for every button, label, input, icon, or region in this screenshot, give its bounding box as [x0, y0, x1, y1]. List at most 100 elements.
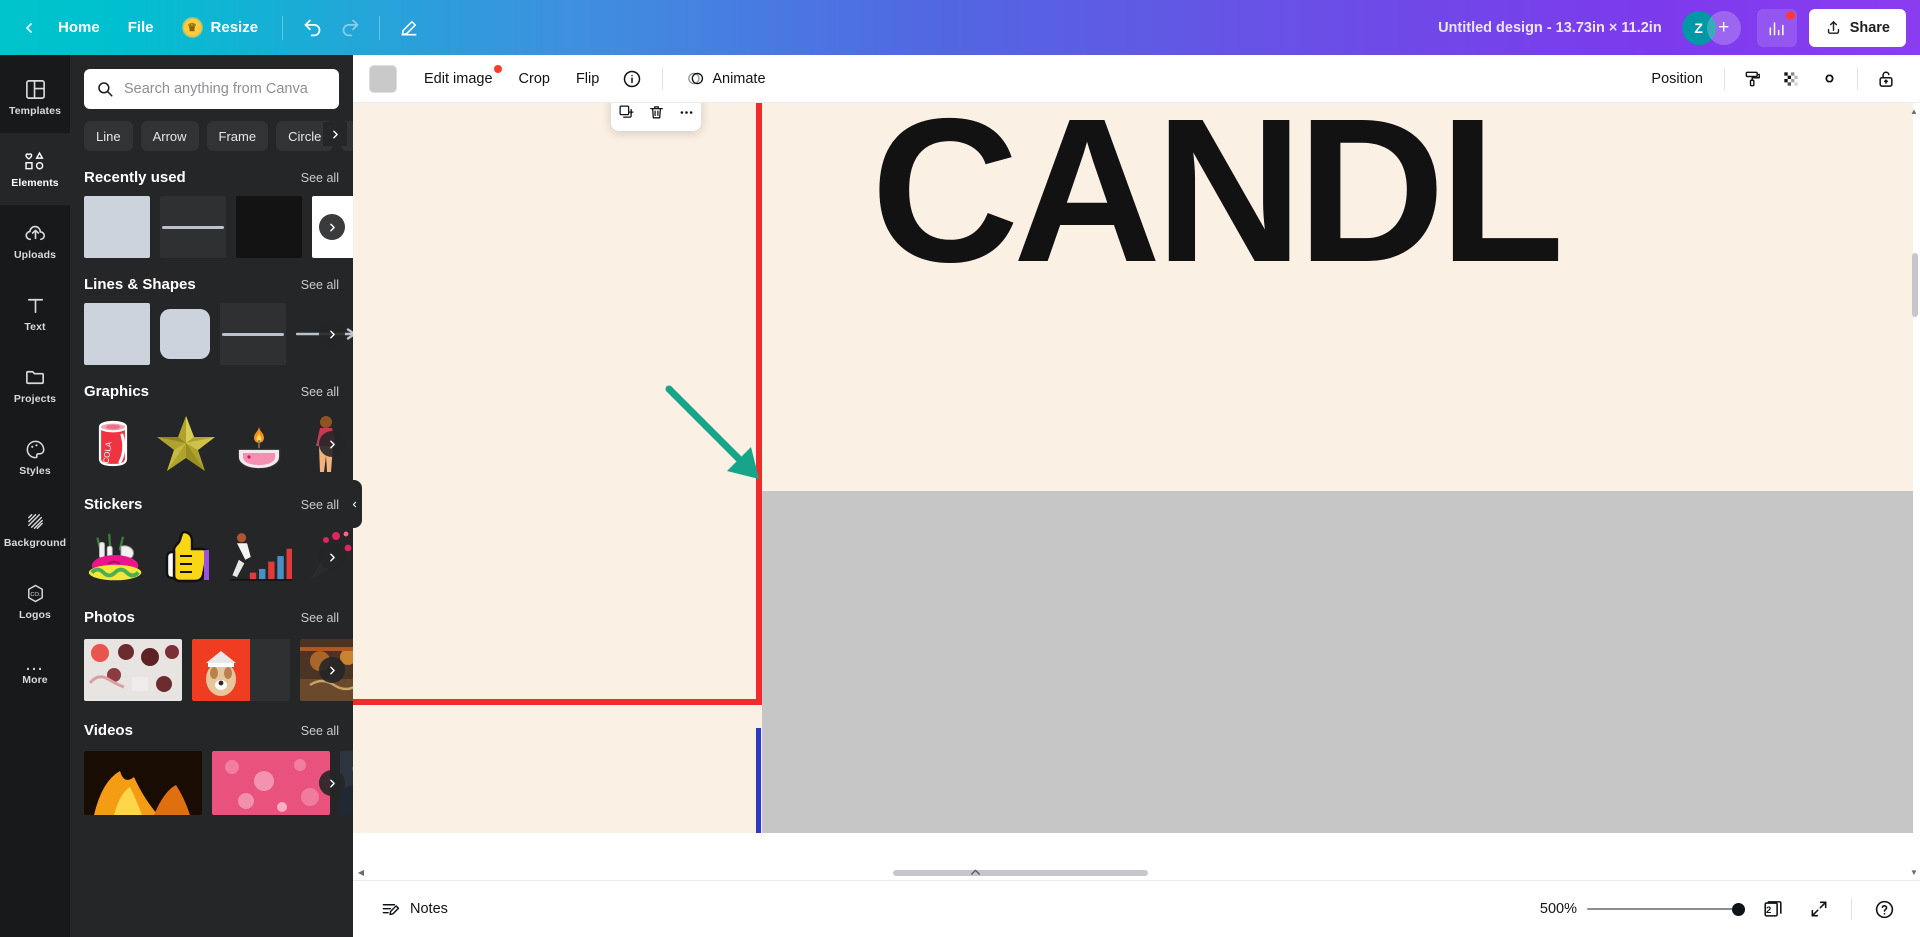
sidebar-item-logos[interactable]: CO. Logos — [0, 565, 70, 637]
scroll-up-arrow-icon[interactable]: ▲ — [1908, 105, 1920, 117]
sidebar-item-projects[interactable]: Projects — [0, 349, 70, 421]
section-title: Stickers — [84, 496, 142, 513]
graphic-pink-candle[interactable] — [228, 413, 290, 475]
notes-button[interactable]: Notes — [371, 891, 458, 927]
crop-button[interactable]: Crop — [508, 62, 561, 96]
scroll-down-arrow-icon[interactable]: ▼ — [1908, 866, 1920, 878]
see-all-stickers[interactable]: See all — [301, 498, 339, 512]
share-button[interactable]: Share — [1809, 9, 1906, 47]
sidebar-item-text[interactable]: Text — [0, 277, 70, 349]
pen-edit-icon[interactable] — [390, 9, 428, 47]
element-thumb-black-square[interactable] — [236, 196, 302, 258]
sidebar-item-elements[interactable]: Elements — [0, 133, 70, 205]
row-next-arrow-lines-and-shapes[interactable] — [319, 321, 345, 347]
sticker-person-chart[interactable] — [226, 526, 292, 588]
see-all-videos[interactable]: See all — [301, 724, 339, 738]
chip-frame[interactable]: Frame — [207, 121, 269, 151]
headline-text-element[interactable]: CANDL — [871, 103, 1558, 293]
element-thumb-line[interactable] — [160, 196, 226, 258]
resize-button[interactable]: ♛ Resize — [168, 10, 273, 46]
section-header-stickers: Stickers See all — [70, 496, 353, 521]
info-circle-icon[interactable] — [614, 62, 650, 96]
graphic-gold-star[interactable] — [154, 413, 218, 475]
position-button[interactable]: Position — [1640, 62, 1714, 96]
element-thumb-square[interactable] — [84, 303, 150, 365]
see-all-recently-used[interactable]: See all — [301, 171, 339, 185]
selected-image-element[interactable] — [762, 491, 1913, 833]
sidebar-item-background[interactable]: Background — [0, 493, 70, 565]
row-next-arrow-stickers[interactable] — [319, 544, 345, 570]
insights-button[interactable] — [1757, 9, 1797, 47]
sticker-thumbs-up[interactable] — [160, 526, 216, 588]
canvas-page-left-region[interactable] — [353, 103, 758, 833]
home-button[interactable]: Home — [44, 10, 114, 46]
undo-icon[interactable] — [293, 9, 331, 47]
sticker-roast-turkey[interactable] — [84, 526, 150, 588]
section-header-lines-and-shapes: Lines & Shapes See all — [70, 276, 353, 301]
color-swatch-button[interactable] — [369, 65, 397, 93]
top-bar-right-group: Untitled design - 13.73in × 11.2in Z + S… — [1438, 0, 1920, 55]
search-box[interactable] — [84, 69, 339, 109]
section-title: Photos — [84, 609, 135, 626]
animate-button[interactable]: Animate — [675, 62, 776, 96]
see-all-lines-and-shapes[interactable]: See all — [301, 278, 339, 292]
page-collapse-chevron-icon[interactable] — [957, 868, 993, 880]
zoom-slider-knob[interactable] — [1732, 903, 1745, 916]
edit-image-notification-dot — [494, 65, 502, 73]
fullscreen-button[interactable] — [1801, 892, 1837, 926]
animate-label: Animate — [712, 71, 765, 87]
image-editing-toolbar: Edit image Crop Flip Animate Position — [353, 55, 1920, 103]
scroll-left-arrow-icon[interactable]: ◀ — [355, 866, 367, 878]
add-collaborator-button[interactable]: + — [1707, 11, 1741, 45]
photo-dog-santa[interactable] — [192, 639, 290, 701]
chip-arrow[interactable]: Arrow — [141, 121, 199, 151]
panel-collapse-handle[interactable] — [346, 480, 362, 528]
see-all-photos[interactable]: See all — [301, 611, 339, 625]
photo-christmas-baubles[interactable] — [84, 639, 182, 701]
video-fire-flames[interactable] — [84, 751, 202, 815]
element-thumb-plain-line[interactable] — [220, 303, 286, 365]
flip-button[interactable]: Flip — [565, 62, 610, 96]
element-thumb-grey-square[interactable] — [84, 196, 150, 258]
back-chevron-icon[interactable] — [14, 13, 44, 43]
chip-line[interactable]: Line — [84, 121, 133, 151]
edit-image-button[interactable]: Edit image — [413, 62, 504, 96]
thumbnail-row-graphics: COLA — [70, 408, 353, 480]
flip-label: Flip — [576, 71, 599, 87]
row-next-arrow-photos[interactable] — [319, 657, 345, 683]
folder-icon — [24, 366, 47, 389]
chips-next-arrow-icon[interactable] — [323, 122, 347, 146]
delete-trash-icon[interactable] — [643, 103, 669, 125]
zoom-slider[interactable] — [1587, 901, 1745, 917]
row-next-arrow-recently-used[interactable] — [319, 214, 345, 240]
document-title[interactable]: Untitled design - 13.73in × 11.2in — [1438, 20, 1662, 36]
see-all-graphics[interactable]: See all — [301, 385, 339, 399]
sidebar-item-styles[interactable]: Styles — [0, 421, 70, 493]
section-title: Recently used — [84, 169, 186, 186]
transparency-roller-icon[interactable] — [1735, 62, 1771, 96]
pages-button[interactable]: 2 — [1755, 892, 1791, 926]
link-icon[interactable] — [1811, 62, 1847, 96]
file-menu-button[interactable]: File — [114, 10, 168, 46]
sidebar-item-templates[interactable]: Templates — [0, 61, 70, 133]
lock-icon[interactable] — [1868, 62, 1904, 96]
element-thumb-rounded-square[interactable] — [160, 303, 210, 365]
redo-icon[interactable] — [331, 9, 369, 47]
sidebar-item-more[interactable]: … More — [0, 637, 70, 709]
more-options-icon[interactable] — [673, 103, 699, 125]
toolbar-divider — [282, 16, 283, 40]
home-label: Home — [58, 19, 100, 36]
graphic-cola-can[interactable]: COLA — [84, 413, 144, 475]
video-pink-water-drops[interactable] — [212, 751, 330, 815]
search-input[interactable] — [124, 81, 327, 97]
panel-sections-scroll[interactable]: Recently used See all Lines & Shapes — [70, 153, 353, 937]
row-next-arrow-graphics[interactable] — [319, 431, 345, 457]
duplicate-icon[interactable] — [613, 103, 639, 125]
row-next-arrow-videos[interactable] — [319, 770, 345, 796]
design-canvas-area[interactable]: CANDL ▲ ▼ ◀ — [353, 103, 1920, 880]
checkerboard-transparency-icon[interactable] — [1773, 62, 1809, 96]
horizontal-scrollbar-thumb[interactable] — [893, 870, 1148, 876]
vertical-scrollbar-thumb[interactable] — [1912, 253, 1918, 317]
help-button[interactable] — [1866, 892, 1902, 926]
sidebar-item-uploads[interactable]: Uploads — [0, 205, 70, 277]
